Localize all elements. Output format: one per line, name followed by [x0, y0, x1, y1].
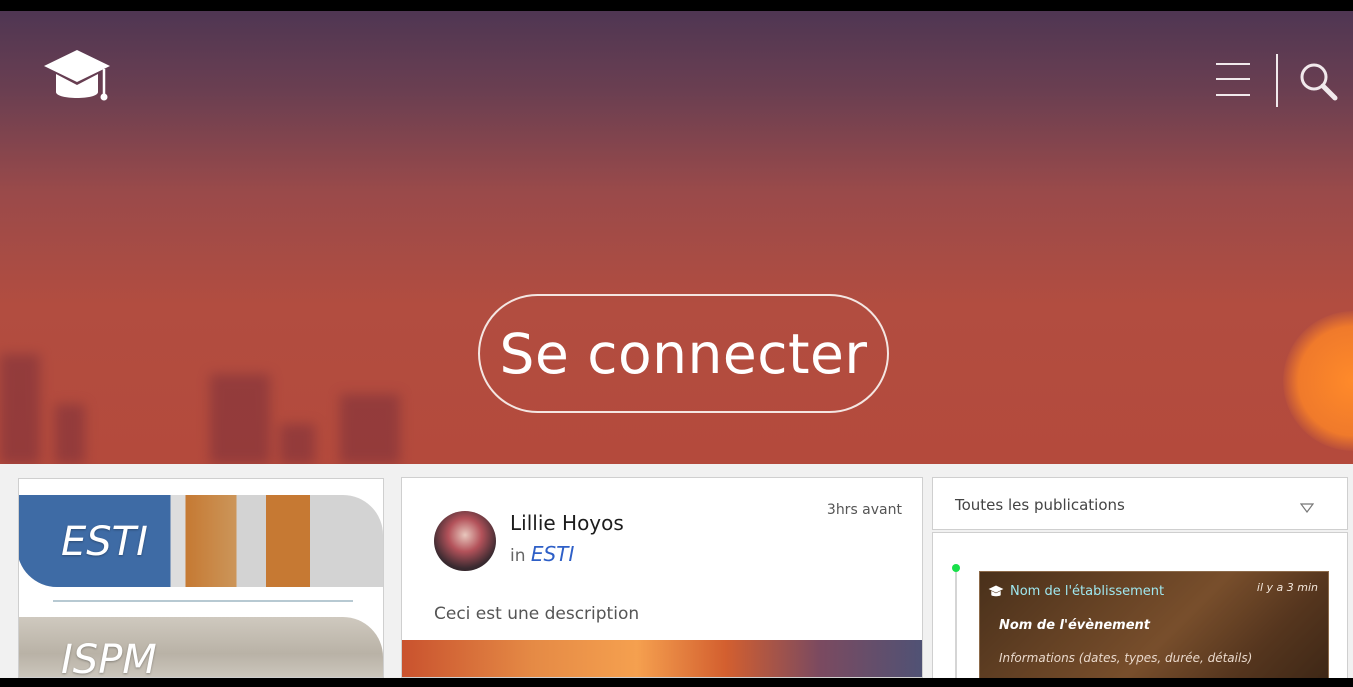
event-name: Nom de l'évènement	[999, 618, 1150, 633]
sun-glow	[1283, 311, 1353, 451]
schools-panel: ESTI ISPM	[18, 478, 384, 678]
timeline-dot	[952, 564, 960, 572]
schools-separator	[53, 600, 353, 602]
event-info: Informations (dates, types, durée, détai…	[999, 651, 1253, 665]
post-author[interactable]: Lillie Hoyos	[510, 511, 624, 535]
event-school-name[interactable]: Nom de l'établissement	[1010, 584, 1164, 599]
post-description: Ceci est une description	[434, 604, 640, 624]
school-card-esti[interactable]: ESTI	[19, 495, 383, 587]
city-silhouette	[0, 314, 420, 464]
search-icon[interactable]	[1298, 61, 1338, 101]
feed-panel: Toutes les publications Nom de l'établis…	[932, 477, 1348, 684]
bottom-frame-border	[0, 678, 1353, 687]
timeline-line	[955, 569, 957, 684]
filter-label: Toutes les publications	[955, 496, 1125, 514]
top-frame-border	[0, 0, 1353, 11]
hero-banner: Se connecter	[0, 11, 1353, 464]
school-name: ESTI	[61, 519, 148, 565]
school-card-ispm[interactable]: ISPM	[19, 617, 383, 678]
avatar[interactable]	[434, 511, 496, 571]
post-card: Lillie Hoyos in ESTI 3hrs avant Ceci est…	[401, 477, 923, 678]
publications-filter-select[interactable]: Toutes les publications	[932, 477, 1348, 530]
post-group-line: in ESTI	[510, 542, 574, 566]
school-name: ISPM	[61, 637, 157, 678]
event-school: Nom de l'établissement	[988, 584, 1164, 599]
hamburger-menu-icon[interactable]	[1216, 63, 1250, 97]
login-button[interactable]: Se connecter	[478, 294, 889, 413]
post-image[interactable]	[402, 640, 922, 677]
graduation-cap-icon[interactable]	[42, 48, 112, 106]
timeline: Nom de l'établissement il y a 3 min Nom …	[932, 532, 1348, 684]
header-divider	[1276, 54, 1278, 107]
post-in-label: in	[510, 546, 526, 566]
post-timestamp: 3hrs avant	[826, 502, 902, 518]
chevron-down-icon	[1299, 498, 1315, 517]
post-group-link[interactable]: ESTI	[531, 542, 574, 566]
event-card[interactable]: Nom de l'établissement il y a 3 min Nom …	[979, 571, 1329, 681]
event-timestamp: il y a 3 min	[1256, 581, 1318, 594]
graduation-cap-icon	[988, 585, 1004, 597]
